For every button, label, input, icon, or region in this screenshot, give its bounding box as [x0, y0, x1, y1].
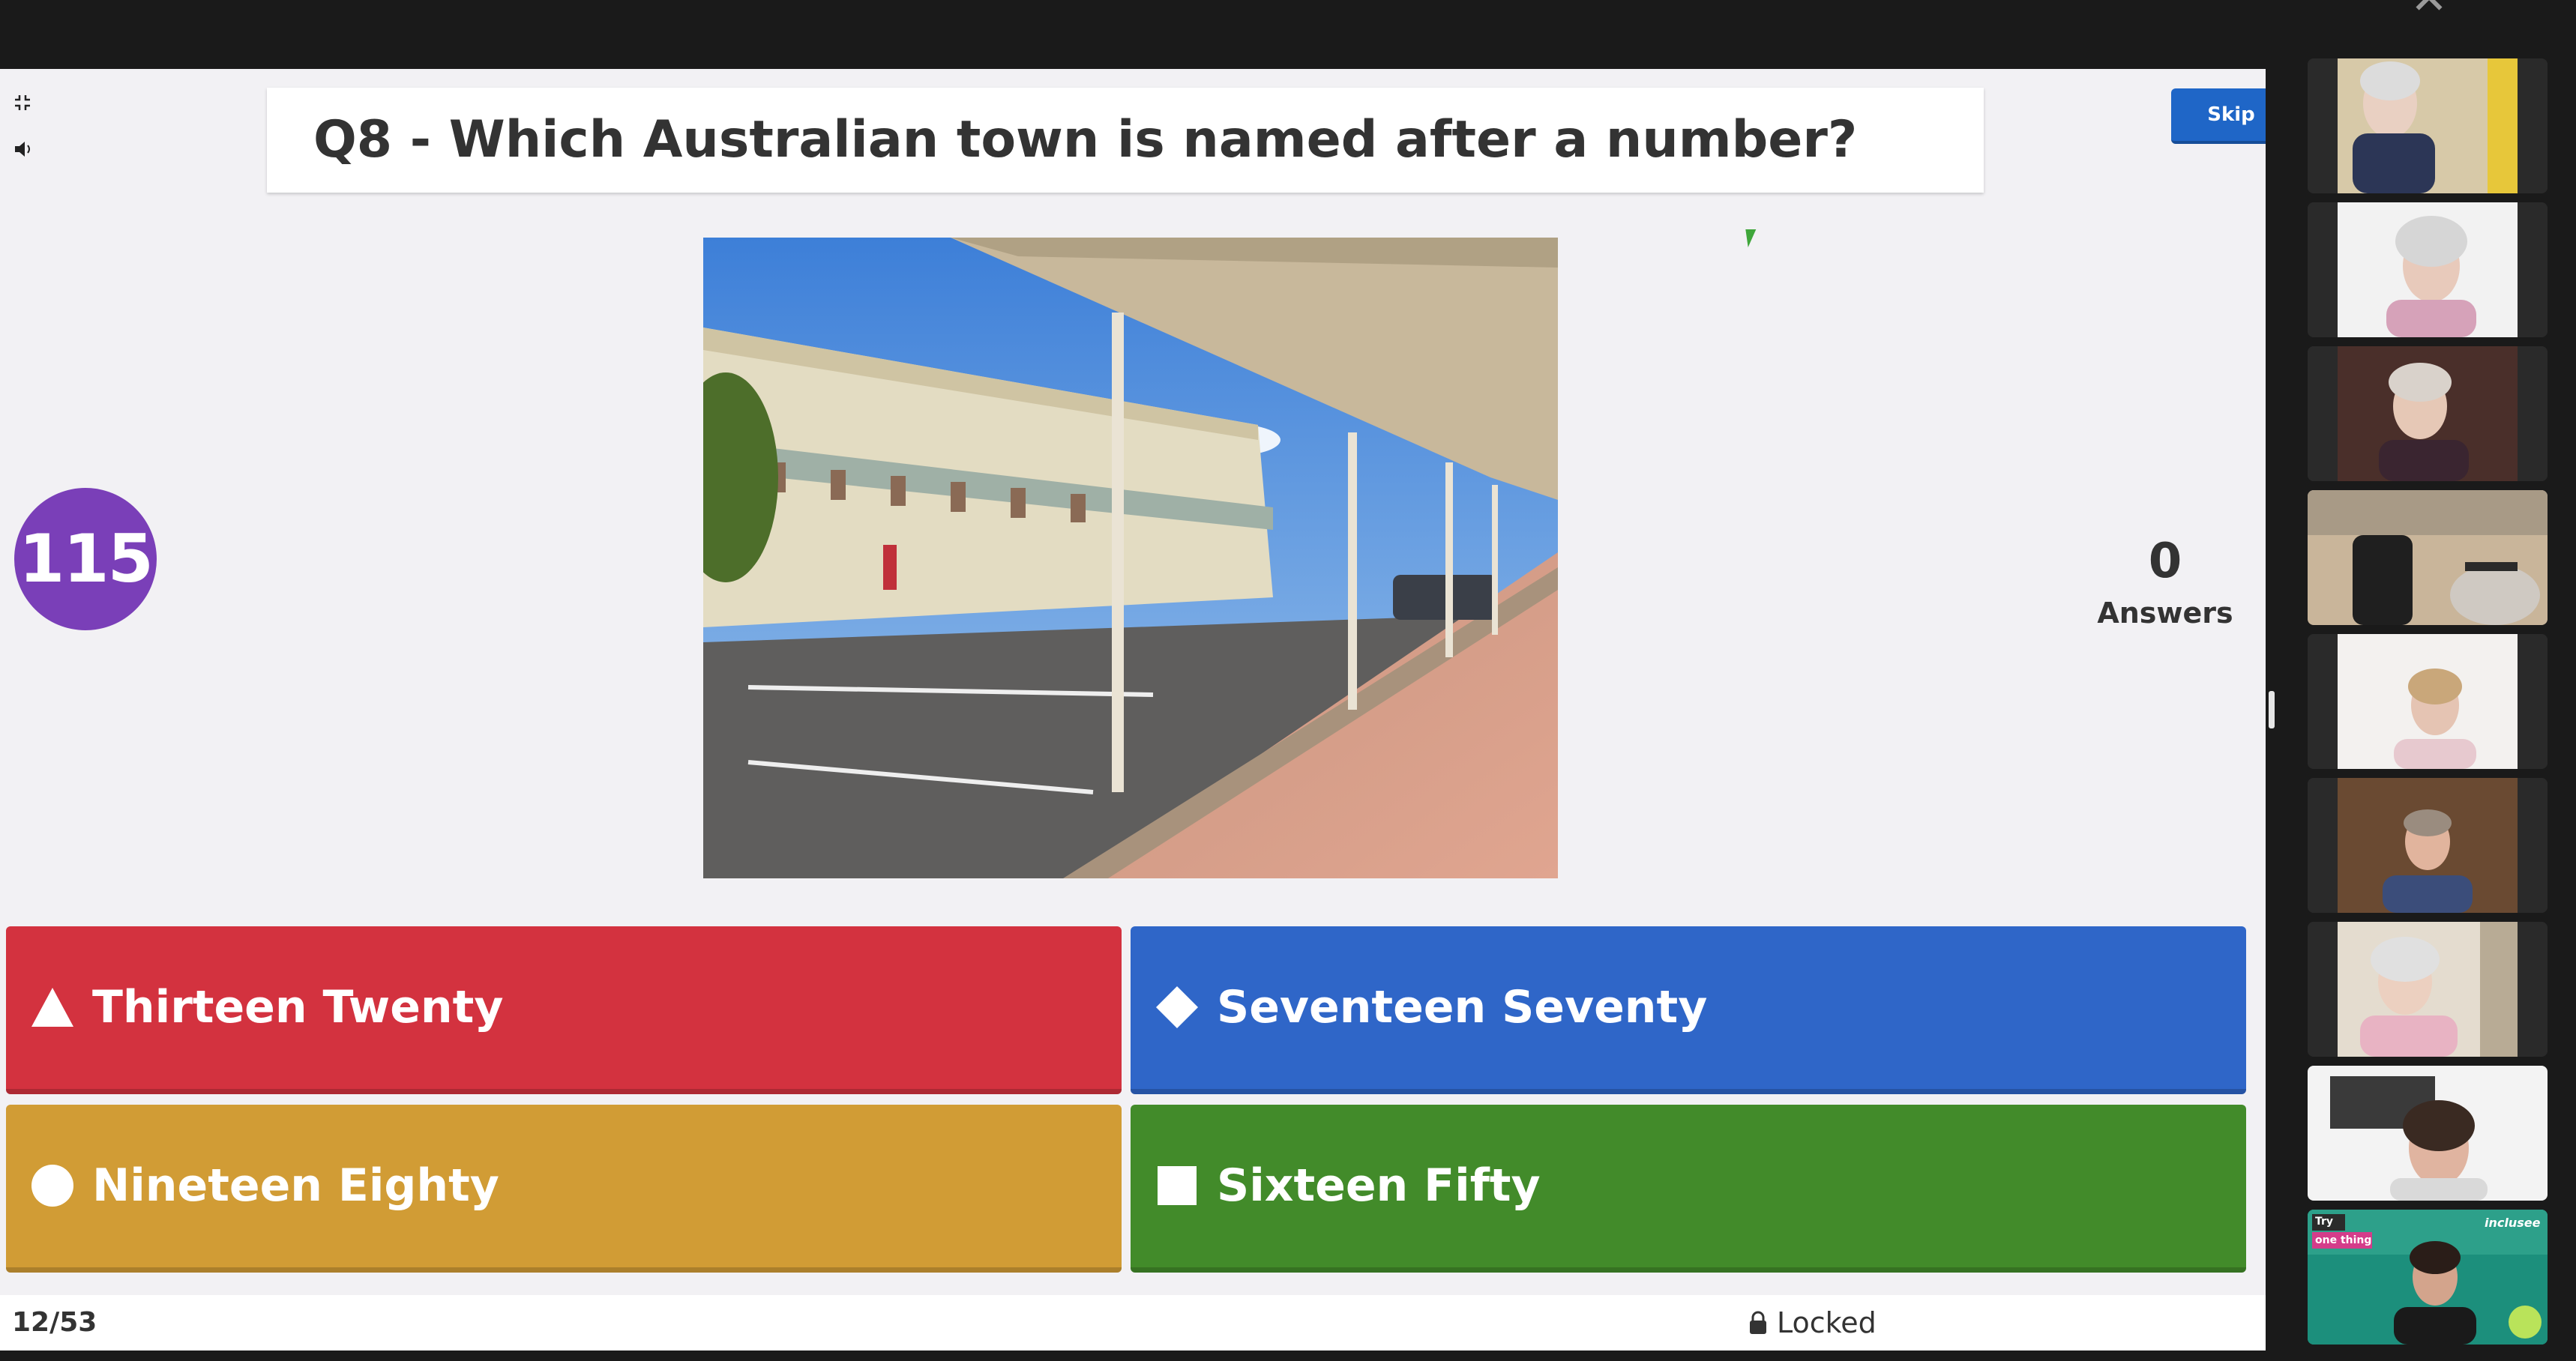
- participant-video[interactable]: [2308, 490, 2548, 625]
- answer-option-1[interactable]: Thirteen Twenty: [6, 926, 1122, 1094]
- answers-label: Answers: [2097, 597, 2233, 630]
- lock-status: Locked: [1748, 1295, 1877, 1351]
- question-progress: 12/53: [12, 1307, 97, 1338]
- lock-icon: [1750, 1311, 1766, 1334]
- close-icon[interactable]: ✕: [2399, 0, 2459, 21]
- question-card: Q8 - Which Australian town is named afte…: [267, 88, 1984, 193]
- speaker-icon[interactable]: [7, 138, 37, 168]
- answer-option-2[interactable]: Seventeen Seventy: [1131, 926, 2246, 1094]
- answer-label: Thirteen Twenty: [92, 981, 504, 1033]
- participant-video[interactable]: [2308, 922, 2548, 1057]
- answer-label: Nineteen Eighty: [92, 1159, 499, 1212]
- lock-status-text: Locked: [1777, 1306, 1877, 1339]
- promo-brand: inclusee: [2485, 1216, 2541, 1230]
- circle-icon: [31, 1165, 73, 1207]
- question-image: [703, 238, 1558, 878]
- top-bar: ✕: [0, 0, 2576, 69]
- answers-count: 0: [2148, 534, 2182, 589]
- answer-label: Sixteen Fifty: [1217, 1159, 1541, 1212]
- mouse-cursor-icon: [1745, 229, 1759, 247]
- participant-video[interactable]: Try one thing inclusee: [2308, 1210, 2548, 1345]
- quiz-stage: Q8 - Which Australian town is named afte…: [0, 69, 2266, 1351]
- triangle-icon: [31, 988, 73, 1027]
- quiz-footer: 12/53 Locked: [0, 1295, 2266, 1351]
- participant-video[interactable]: [2308, 346, 2548, 481]
- panel-resize-handle[interactable]: [2269, 691, 2275, 728]
- countdown-timer: 115: [14, 488, 157, 630]
- promo-one-thing: one thing: [2315, 1234, 2372, 1246]
- diamond-icon: [1156, 986, 1198, 1028]
- answer-option-3[interactable]: Nineteen Eighty: [6, 1105, 1122, 1273]
- square-icon: [1158, 1166, 1197, 1205]
- participant-video[interactable]: [2308, 202, 2548, 337]
- skip-button[interactable]: Skip: [2171, 88, 2266, 144]
- participant-video[interactable]: [2308, 634, 2548, 769]
- promo-try: Try: [2315, 1216, 2334, 1228]
- answer-label: Seventeen Seventy: [1217, 981, 1708, 1033]
- exit-fullscreen-icon[interactable]: [7, 91, 37, 121]
- question-text: Q8 - Which Australian town is named afte…: [313, 110, 1858, 169]
- participant-video[interactable]: [2308, 778, 2548, 913]
- answer-option-4[interactable]: Sixteen Fifty: [1131, 1105, 2246, 1273]
- participant-video[interactable]: [2308, 1066, 2548, 1201]
- participant-video[interactable]: [2308, 58, 2548, 193]
